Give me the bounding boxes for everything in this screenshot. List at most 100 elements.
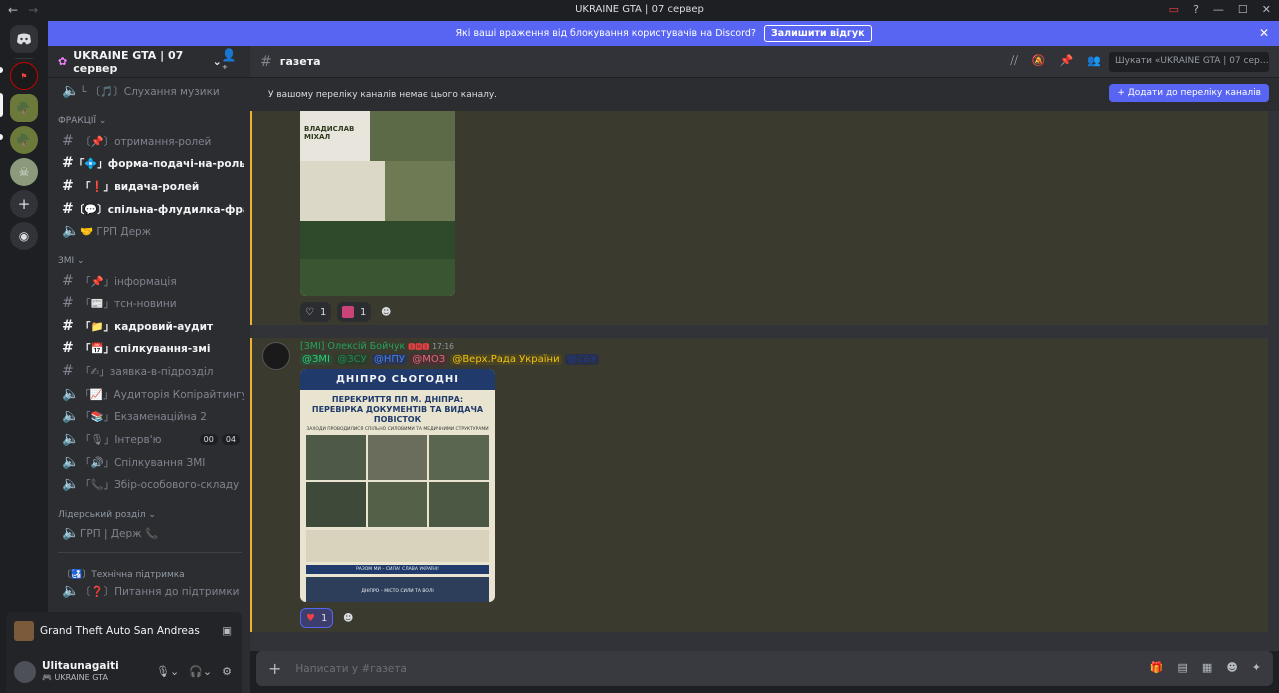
channel-request[interactable]: # 「✍」заявка-в-підрозділ bbox=[56, 361, 244, 381]
add-reaction-button[interactable]: ☻ bbox=[338, 608, 358, 628]
poster-image-2[interactable]: ДНІПРО СЬОГОДНІ ПЕРЕКРИТТЯ ПП М. ДНІПРА:… bbox=[300, 369, 495, 602]
notice-text: У вашому переліку каналів немає цього ка… bbox=[268, 89, 498, 100]
speaker-icon: 🔈 bbox=[62, 408, 80, 424]
author-name[interactable]: Олексій Бойчук bbox=[328, 341, 406, 352]
sticker-icon[interactable]: ▦ bbox=[1202, 661, 1212, 674]
mention-moz[interactable]: @МОЗ bbox=[410, 354, 448, 365]
channel-tsn[interactable]: # 「📰」тсн-новини bbox=[56, 293, 244, 313]
gift-icon[interactable]: 🎁 bbox=[1150, 661, 1164, 674]
explore-servers-icon[interactable]: ◉ bbox=[10, 222, 38, 250]
hash-icon: # bbox=[62, 273, 74, 289]
avatar[interactable] bbox=[262, 342, 290, 370]
threads-icon[interactable]: ⧸⧸ bbox=[1010, 54, 1017, 68]
poster-title: ДНІПРО СЬОГОДНІ bbox=[300, 369, 495, 390]
pin-icon[interactable]: 📌 bbox=[1060, 54, 1074, 68]
feedback-button[interactable]: Залишити відгук bbox=[763, 25, 872, 42]
emoji-icon bbox=[342, 306, 354, 318]
channel-flood[interactable]: #〔💬〕спільна-флудилка-фракцій bbox=[56, 199, 244, 219]
message-composer[interactable]: + Написати у #газета 🎁 ▤ ▦ ☻ ✦ bbox=[256, 651, 1273, 686]
speaker-icon: 🔈 bbox=[62, 476, 80, 492]
gif-icon[interactable]: ▤ bbox=[1178, 661, 1188, 674]
microphone-icon[interactable]: 🎙⌄ bbox=[156, 665, 179, 678]
voice-channel-music[interactable]: 🔈 └ 〔🎵〕Слухання музики bbox=[56, 81, 244, 101]
emoji-icon[interactable]: ☻ bbox=[1226, 661, 1237, 674]
channel-comm[interactable]: # 「📅」спілкування-змі bbox=[56, 338, 244, 358]
author-role[interactable]: [ЗМІ] bbox=[300, 341, 325, 352]
category-smi[interactable]: ЗМІ ⌄ bbox=[58, 256, 85, 266]
screen-share-icon[interactable]: ▣ bbox=[222, 625, 232, 637]
hash-icon: # bbox=[260, 53, 272, 70]
poster-image-1[interactable]: ВЛАДИСЛАВ МІХАЛ bbox=[300, 111, 455, 296]
user-limit-badge: 04 bbox=[221, 433, 240, 445]
close-window-icon[interactable]: ✕ bbox=[1262, 3, 1271, 16]
channel-name: газета bbox=[279, 55, 321, 68]
composer-input[interactable]: Написати у #газета bbox=[295, 663, 406, 675]
activity-panel[interactable]: Grand Theft Auto San Andreas ▣ bbox=[6, 612, 242, 650]
members-icon[interactable]: 👥 bbox=[1087, 54, 1101, 68]
help-icon[interactable]: ? bbox=[1193, 3, 1199, 16]
minimize-icon[interactable]: — bbox=[1213, 3, 1224, 16]
server-header[interactable]: ✿ UKRAINE GTA | 07 сервер ⌄ 👤⁺ bbox=[48, 46, 250, 78]
server-icon-gta-2[interactable]: 🪖 bbox=[10, 126, 38, 154]
search-input[interactable]: Шукати «UKRAINE GTA | 07 сер… bbox=[1109, 52, 1269, 72]
voice-channel-interview[interactable]: 🔈 「🎙」Інтерв'ю 00 04 bbox=[56, 429, 244, 449]
voice-channel-copy[interactable]: 🔈 「📈」Аудиторія Копірайтингу bbox=[56, 384, 244, 404]
channel-issue-roles[interactable]: # 「❗」видача-ролей bbox=[56, 176, 244, 196]
voice-channel-grp[interactable]: 🔈 🤝 ГРП Держ bbox=[56, 221, 244, 241]
hash-icon: # bbox=[62, 201, 74, 217]
reaction-custom[interactable]: 1 bbox=[337, 302, 372, 322]
mention-rada[interactable]: @Верх.Рада України bbox=[450, 354, 562, 365]
poster-footer bbox=[300, 259, 455, 296]
channel-roles[interactable]: # 〔📌〕отримання-ролей bbox=[56, 131, 244, 151]
apps-icon[interactable]: ✦ bbox=[1252, 661, 1261, 674]
user-info[interactable]: Ulitaunagaiti 🎮 UKRAINE GTA bbox=[42, 660, 119, 684]
smile-icon: ☻ bbox=[381, 306, 392, 318]
category-support[interactable]: 〔🛃〕Технічна підтримка bbox=[62, 567, 185, 580]
reaction-heart[interactable]: ♥ 1 bbox=[300, 608, 334, 628]
avatar[interactable] bbox=[14, 660, 36, 683]
server-icon-skull[interactable]: ☠ bbox=[10, 158, 38, 186]
voice-channel-comm2[interactable]: 🔈 「🔊」Спілкування ЗМІ bbox=[56, 452, 244, 472]
channel-form[interactable]: # 「💠」форма-подачі-на-роль bbox=[56, 153, 244, 173]
mention-zsu[interactable]: @ЗСУ bbox=[335, 354, 369, 365]
category-factions[interactable]: ФРАКЦІЇ ⌄ bbox=[58, 116, 106, 126]
voice-channel-support[interactable]: 🔈 〔❓〕Питання до підтримки bbox=[56, 581, 244, 601]
channel-audit[interactable]: # 「📁」кадровий-аудит bbox=[56, 316, 244, 336]
composer-icons: 🎁 ▤ ▦ ☻ ✦ bbox=[1150, 661, 1261, 674]
message-1: ВЛАДИСЛАВ МІХАЛ ♡ 1 1 ☻ bbox=[250, 111, 1268, 325]
message-header: [ЗМІ] Олексій Бойчук 🆂🅼🆂 17:16 bbox=[300, 341, 454, 352]
add-server-icon[interactable]: + bbox=[10, 190, 38, 218]
speaker-icon: 🔈 bbox=[62, 83, 80, 99]
discord-home-icon[interactable] bbox=[10, 25, 38, 53]
header-icons: ⧸⧸ 🔕 📌 👥 bbox=[1010, 54, 1101, 68]
poster-subheadline: ЗАХОДИ ПРОВОДИЛИСЯ СПІЛЬНО СИЛОВИМИ ТА М… bbox=[306, 427, 489, 432]
add-to-channel-list-button[interactable]: + Додати до переліку каналів bbox=[1109, 84, 1269, 102]
notice-text: Які ваші враження від блокування користу… bbox=[455, 28, 756, 39]
poster-photos bbox=[385, 161, 455, 221]
voice-channel-gather[interactable]: 🔈 「📞」Збір-особового-складу bbox=[56, 474, 244, 494]
channel-info[interactable]: # 「📌」інформація bbox=[56, 271, 244, 291]
mute-icon[interactable]: 🔕 bbox=[1032, 54, 1046, 68]
reaction-heart[interactable]: ♡ 1 bbox=[300, 302, 332, 322]
channel-list-notice: У вашому переліку каналів немає цього ка… bbox=[250, 78, 1279, 111]
voice-channel-exam[interactable]: 🔈 「📚」Екзаменаційна 2 bbox=[56, 406, 244, 426]
plus-icon[interactable]: + bbox=[268, 659, 281, 678]
unread-pill bbox=[0, 134, 3, 140]
headphones-icon[interactable]: 🎧⌄ bbox=[189, 665, 212, 678]
category-leader[interactable]: Лідерський розділ ⌄ bbox=[58, 510, 156, 520]
server-icon-ukraine-gta[interactable]: 🪖 bbox=[10, 94, 38, 122]
mention-npu[interactable]: @НПУ bbox=[371, 354, 408, 365]
close-icon[interactable]: ✕ bbox=[1259, 26, 1269, 40]
inbox-icon[interactable]: ▭ bbox=[1169, 3, 1179, 16]
maximize-icon[interactable]: ☐ bbox=[1238, 3, 1248, 16]
author-tag: 🆂🅼🆂 bbox=[408, 343, 430, 351]
invite-icon[interactable]: 👤⁺ bbox=[222, 48, 240, 76]
poster-name: ВЛАДИСЛАВ МІХАЛ bbox=[304, 125, 355, 141]
mention-sbu[interactable]: @СБУ bbox=[564, 354, 599, 365]
username: Ulitaunagaiti bbox=[42, 659, 119, 672]
add-reaction-button[interactable]: ☻ bbox=[376, 302, 396, 322]
server-icon-bazar[interactable]: ⚑ bbox=[10, 62, 38, 90]
voice-channel-grp2[interactable]: 🔈 ГРП | Держ 📞 bbox=[56, 523, 244, 543]
gear-icon[interactable]: ⚙ bbox=[222, 665, 232, 678]
mention-smi[interactable]: @ЗМІ bbox=[300, 354, 332, 365]
